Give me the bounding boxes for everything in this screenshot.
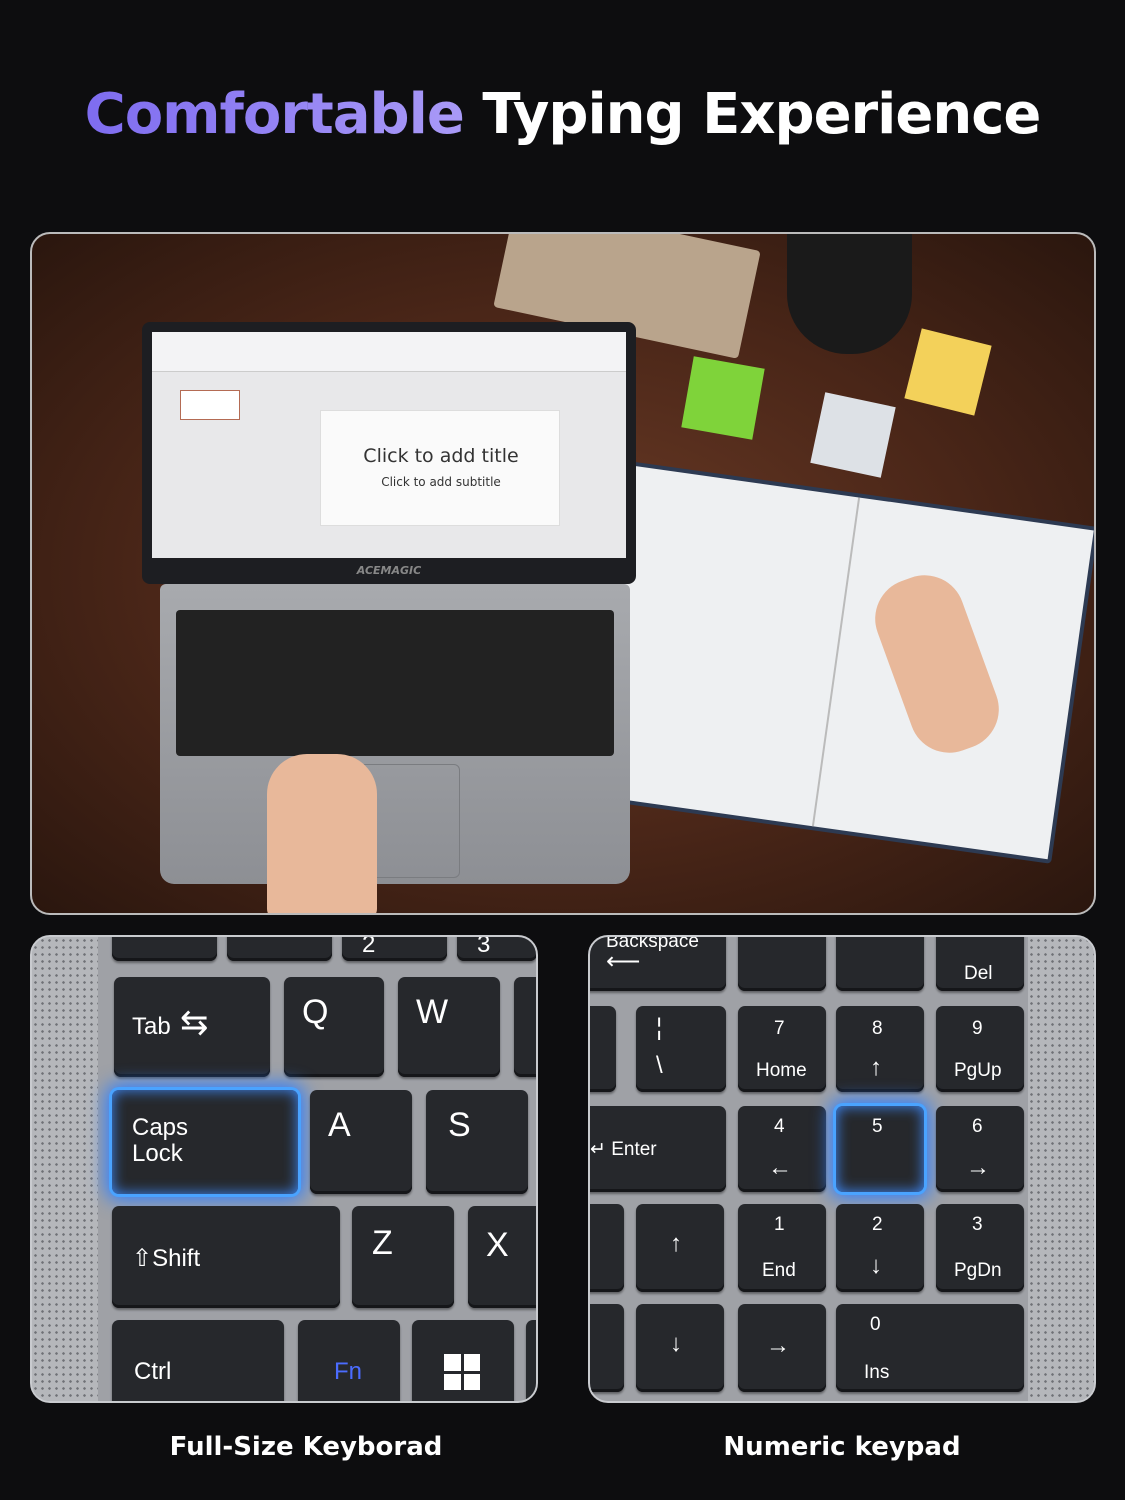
- key-q: Q: [284, 977, 384, 1077]
- laptop-keyboard: [176, 610, 614, 756]
- key-del: Del: [936, 937, 1024, 991]
- laptop-screen: Click to add title Click to add subtitle: [152, 332, 626, 558]
- app-ribbon: [152, 332, 626, 372]
- speaker-grille: [1028, 937, 1094, 1401]
- sticky-note-green: [681, 356, 765, 440]
- laptop-brand: ACEMAGIC: [356, 564, 422, 577]
- key-partial: [590, 1204, 624, 1292]
- key-x: X: [468, 1206, 536, 1308]
- key-blank-2: [836, 937, 924, 991]
- key-windows: [412, 1320, 514, 1401]
- key-backspace: Backspace ⟵: [590, 937, 726, 991]
- key-9-pgup: 9 PgUp: [936, 1006, 1024, 1092]
- key-4-left: 4 ←: [738, 1106, 826, 1192]
- caption-numeric-keypad: Numeric keypad: [723, 1432, 961, 1462]
- key-right-arrow: →: [738, 1304, 826, 1392]
- key-0-ins: 0 Ins: [836, 1304, 1024, 1392]
- sticky-note-yellow: [904, 328, 992, 416]
- key-z: Z: [352, 1206, 454, 1308]
- notebook: [575, 460, 1094, 864]
- key-backslash: ¦ \: [636, 1006, 726, 1092]
- key-2: [227, 937, 332, 961]
- speaker-grille: [32, 937, 98, 1401]
- key-fn: Fn: [298, 1320, 400, 1401]
- key-up-arrow: ↑: [636, 1204, 724, 1292]
- key-6-right: 6 →: [936, 1106, 1024, 1192]
- key-3-pgdn: 3 PgDn: [936, 1204, 1024, 1292]
- key-2-down: 2 ↓: [836, 1204, 924, 1292]
- slide-thumbnail: [180, 390, 240, 420]
- key-shift: ⇧Shift: [112, 1206, 340, 1308]
- caption-full-size-keyboard: Full-Size Keyborad: [169, 1432, 443, 1462]
- key-1: 1: [112, 937, 217, 961]
- numeric-keypad-closeup: Backspace ⟵ Del ¦ \ 7 Home 8 ↑ 9 PgUp ↵ Enter…: [588, 935, 1096, 1403]
- key-down-arrow: ↓: [636, 1304, 724, 1392]
- key-partial: [590, 1304, 624, 1392]
- slide-subtitle: Click to add subtitle: [381, 475, 501, 489]
- lifestyle-photo: Click to add title Click to add subtitle…: [30, 232, 1096, 915]
- slide-canvas: Click to add title Click to add subtitle: [320, 410, 560, 526]
- windows-icon: [444, 1354, 480, 1390]
- key-e-partial: [514, 977, 536, 1077]
- key-blank-1: [738, 937, 826, 991]
- full-size-keyboard-closeup: 1 2 3 Tab⇆ Q W CapsLock A S ⇧Shift Z X C…: [30, 935, 538, 1403]
- slide-title: Click to add title: [363, 445, 519, 467]
- key-w: W: [398, 977, 500, 1077]
- sticky-note-white: [810, 392, 896, 478]
- key-7-home: 7 Home: [738, 1006, 826, 1092]
- key-5: 5: [836, 1106, 924, 1192]
- key-2b: 2: [342, 937, 447, 961]
- laptop-base: [160, 584, 630, 884]
- key-caps-lock: Caps Lock: [112, 1090, 298, 1194]
- key-a: A: [310, 1090, 412, 1194]
- key-8-up: 8 ↑: [836, 1006, 924, 1092]
- key-3: 3: [457, 937, 536, 961]
- key-s: S: [426, 1090, 528, 1194]
- key-1-end: 1 End: [738, 1204, 826, 1292]
- hand-left: [267, 754, 377, 913]
- key-partial: [590, 1006, 616, 1092]
- key-enter: ↵ Enter: [590, 1106, 726, 1192]
- pen-holder: [787, 234, 912, 354]
- key-partial: [526, 1320, 536, 1401]
- key-ctrl: Ctrl: [112, 1320, 284, 1401]
- page-title: Comfortable Typing Experience: [84, 82, 1042, 147]
- key-tab: Tab ⇆: [114, 977, 270, 1077]
